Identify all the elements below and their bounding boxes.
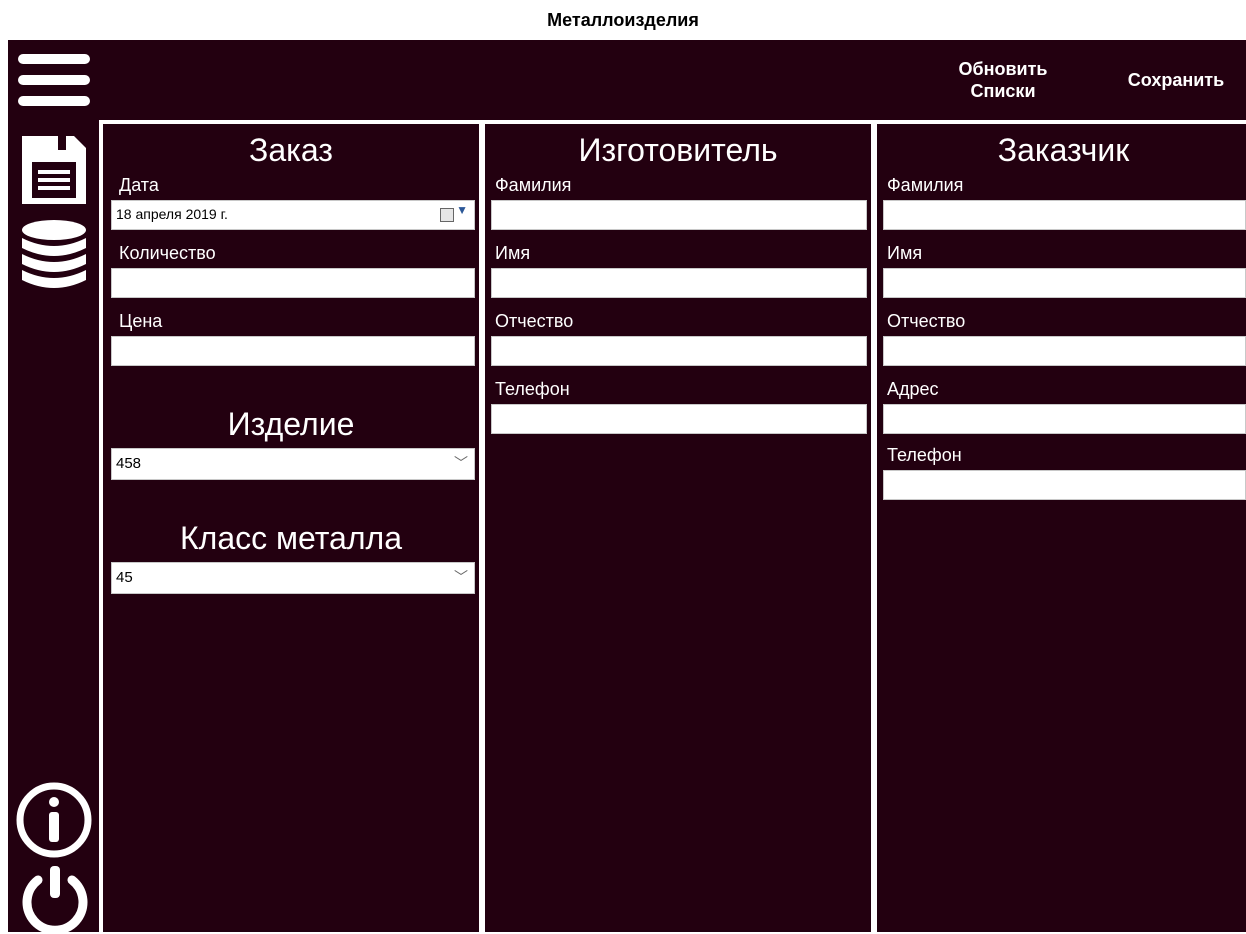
metal-class-title: Класс металла [180,520,402,556]
refresh-lists-button[interactable]: Обновить Списки [938,58,1068,102]
app-window: Обновить Списки Сохранить Заказ Дата 18 … [8,40,1246,934]
info-icon[interactable] [14,780,94,860]
quantity-input[interactable] [111,268,475,298]
customer-address-label: Адрес [887,379,939,399]
order-title: Заказ [249,132,333,168]
manufacturer-patronymic-input[interactable] [491,336,867,366]
metal-class-select[interactable]: 45 ﹀ [111,562,475,594]
customer-name-input[interactable] [883,268,1246,298]
manufacturer-panel: Изготовитель Фамилия Имя Отчество Телефо… [481,120,875,932]
menu-icon[interactable] [18,54,90,106]
product-select-value: 458 [116,455,142,472]
quantity-label: Количество [119,243,216,263]
manufacturer-surname-label: Фамилия [495,175,572,195]
manufacturer-name-label: Имя [495,243,531,263]
customer-surname-label: Фамилия [887,175,964,195]
database-icon[interactable] [20,218,88,298]
title-bar: Металлоизделия [0,0,1246,40]
customer-title: Заказчик [997,132,1130,168]
date-value: 18 апреля 2019 г. [116,206,228,222]
metal-class-select-value: 45 [116,569,133,586]
customer-phone-label: Телефон [887,445,962,465]
customer-surname-input[interactable] [883,200,1246,230]
manufacturer-title: Изготовитель [578,132,778,168]
power-icon[interactable] [18,866,92,934]
save-icon[interactable] [18,132,90,208]
customer-patronymic-input[interactable] [883,336,1246,366]
customer-name-label: Имя [887,243,923,263]
order-panel: Заказ Дата 18 апреля 2019 г. ▼ Количеств… [99,120,483,932]
refresh-lists-label-line1: Обновить [958,59,1048,79]
product-title: Изделие [227,406,355,442]
price-label: Цена [119,311,163,331]
price-input[interactable] [111,336,475,366]
save-button[interactable]: Сохранить [1108,69,1244,91]
date-picker[interactable]: 18 апреля 2019 г. ▼ [111,200,475,230]
chevron-down-icon: ﹀ [454,455,468,471]
customer-phone-input[interactable] [883,470,1246,500]
customer-address-input[interactable] [883,404,1246,434]
chevron-down-icon: ﹀ [454,569,468,585]
manufacturer-surname-input[interactable] [491,200,867,230]
manufacturer-phone-input[interactable] [491,404,867,434]
manufacturer-patronymic-label: Отчество [495,311,574,331]
manufacturer-name-input[interactable] [491,268,867,298]
manufacturer-phone-label: Телефон [495,379,570,399]
calendar-icon[interactable] [440,208,454,222]
customer-panel: Заказчик Фамилия Имя Отчество Адрес Теле… [873,120,1246,932]
dropdown-arrow-icon[interactable]: ▼ [456,203,468,217]
refresh-lists-label-line2: Списки [970,81,1036,101]
date-label: Дата [119,175,159,195]
window-title: Металлоизделия [547,10,699,30]
product-select[interactable]: 458 ﹀ [111,448,475,480]
customer-patronymic-label: Отчество [887,311,966,331]
